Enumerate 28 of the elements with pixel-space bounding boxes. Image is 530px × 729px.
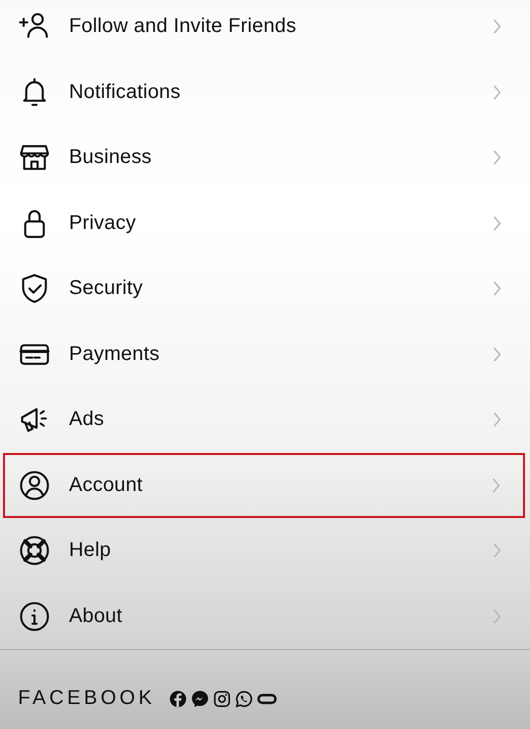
menu-item[interactable]: Ads	[0, 387, 526, 452]
lifebuoy-icon	[18, 534, 51, 568]
chevron-right-icon	[492, 18, 502, 36]
menu-item[interactable]: Help	[0, 518, 526, 584]
facebook-logo-icon	[169, 690, 188, 708]
menu-item[interactable]: About	[0, 584, 526, 649]
menu-item[interactable]: Security	[0, 256, 526, 322]
chevron-right-icon	[492, 411, 502, 428]
messenger-logo-icon	[191, 690, 210, 708]
whatsapp-logo-icon	[235, 690, 254, 708]
menu-item[interactable]: Follow and Invite Friends	[0, 0, 526, 60]
menu-item[interactable]: Notifications	[0, 60, 526, 125]
chevron-right-icon	[491, 476, 501, 494]
chevron-right-icon	[492, 346, 502, 363]
brand-wordmark: FACEBOOK	[18, 687, 156, 710]
menu-item[interactable]: Payments	[0, 322, 526, 387]
instagram-logo-icon	[213, 690, 232, 708]
menu-item[interactable]: Business	[0, 125, 526, 190]
chevron-right-icon	[492, 280, 502, 298]
menu-item[interactable]: Privacy	[0, 190, 526, 256]
chevron-right-icon	[492, 84, 502, 101]
menu-item[interactable]: Account	[3, 452, 525, 518]
chevron-right-icon	[492, 542, 502, 560]
chevron-right-icon	[492, 149, 502, 166]
chevron-right-icon	[492, 214, 502, 232]
person-circle-icon	[18, 468, 51, 502]
chevron-right-icon	[492, 608, 502, 625]
info-icon	[18, 600, 51, 633]
